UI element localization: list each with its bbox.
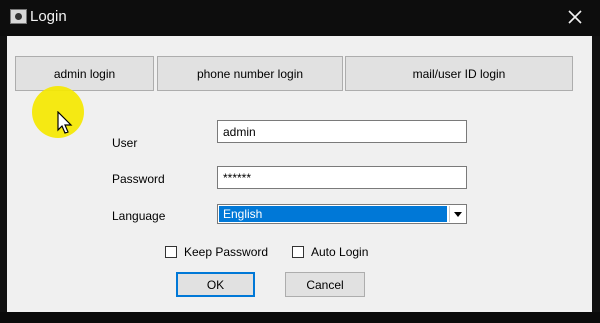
auto-login-option[interactable]: Auto Login: [292, 245, 368, 259]
keep-password-label: Keep Password: [184, 245, 269, 259]
password-input[interactable]: [217, 166, 467, 189]
user-label: User: [112, 136, 138, 150]
tab-mail-user-id-login[interactable]: mail/user ID login: [345, 56, 573, 91]
tab-mail-user-id-login-label: mail/user ID login: [412, 66, 506, 81]
user-input[interactable]: [217, 120, 467, 143]
ok-button[interactable]: OK: [176, 272, 255, 297]
auto-login-checkbox[interactable]: [292, 246, 304, 258]
keep-password-option[interactable]: Keep Password: [165, 245, 268, 259]
cancel-button-label: Cancel: [306, 277, 344, 292]
cancel-button[interactable]: Cancel: [285, 272, 365, 297]
ok-button-label: OK: [206, 277, 225, 292]
password-label: Password: [112, 172, 165, 186]
window-bottom-frame: [0, 312, 600, 323]
language-select[interactable]: English: [217, 204, 467, 224]
tab-admin-login-label: admin login: [53, 66, 116, 81]
window-title: Login: [30, 8, 67, 25]
dialog-body: admin login phone number login mail/user…: [7, 36, 592, 312]
camera-app-icon: [10, 9, 27, 24]
login-window: Login admin login phone number login mai…: [0, 0, 600, 323]
tab-phone-number-login-label: phone number login: [196, 66, 304, 81]
tab-phone-number-login[interactable]: phone number login: [157, 56, 343, 91]
keep-password-checkbox[interactable]: [165, 246, 177, 258]
title-bar[interactable]: Login: [0, 0, 600, 36]
auto-login-label: Auto Login: [311, 245, 369, 259]
close-button[interactable]: [558, 2, 592, 32]
language-selected-value: English: [219, 206, 447, 222]
mouse-pointer-icon: [57, 111, 73, 134]
language-label: Language: [112, 209, 166, 223]
close-icon: [568, 10, 582, 24]
language-dropdown-button[interactable]: [449, 206, 465, 222]
chevron-down-icon: [453, 211, 462, 217]
tab-admin-login[interactable]: admin login: [15, 56, 154, 91]
